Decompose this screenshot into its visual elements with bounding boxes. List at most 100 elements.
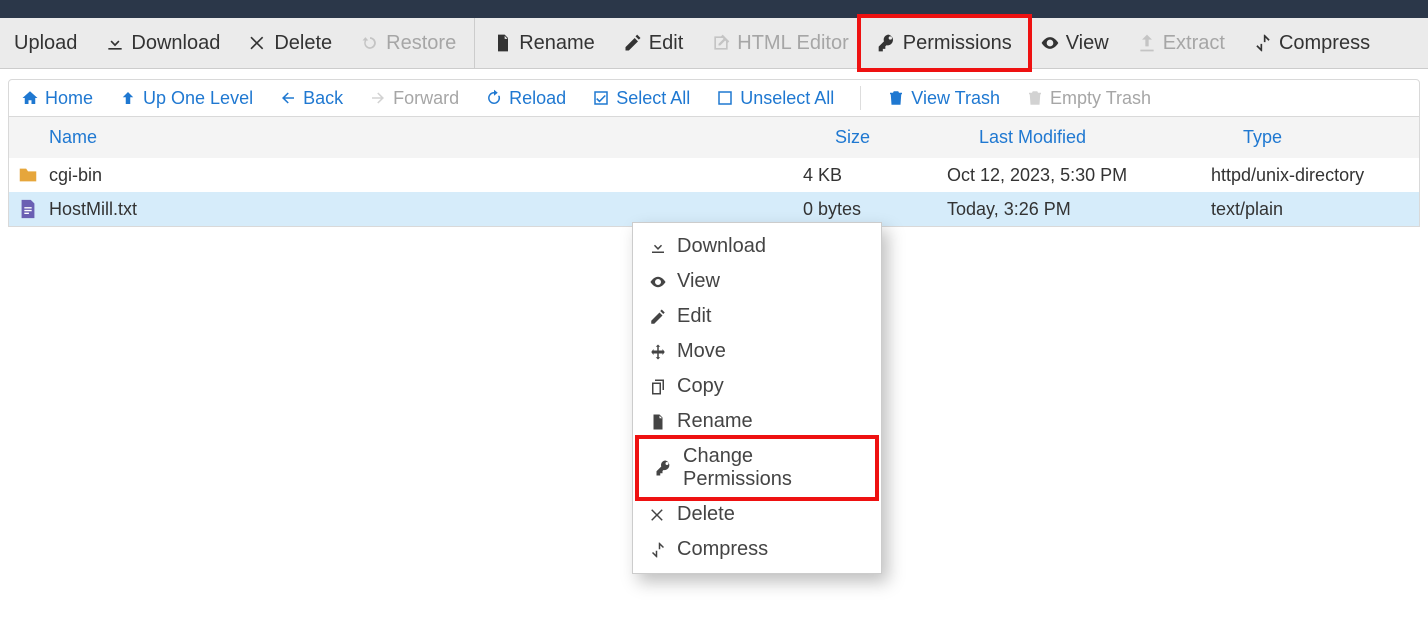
rename-label: Rename	[519, 32, 595, 55]
home-button[interactable]: Home	[21, 88, 93, 109]
extract-label: Extract	[1163, 32, 1225, 55]
ctx-rename[interactable]: Rename	[633, 404, 881, 439]
file-size: 4 KB	[795, 165, 939, 186]
home-label: Home	[45, 88, 93, 109]
file-type: httpd/unix-directory	[1203, 165, 1420, 186]
download-button[interactable]: Download	[91, 18, 234, 68]
pencil-icon	[649, 308, 667, 326]
back-button[interactable]: Back	[279, 88, 343, 109]
move-icon	[649, 343, 667, 361]
file-icon	[649, 413, 667, 431]
edit-button[interactable]: Edit	[609, 18, 697, 68]
unselect-all-label: Unselect All	[740, 88, 834, 109]
arrow-right-icon	[369, 89, 387, 107]
table-row[interactable]: HostMill.txt 0 bytes Today, 3:26 PM text…	[9, 192, 1419, 226]
key-icon	[655, 459, 673, 477]
nav-separator	[860, 86, 861, 110]
times-icon	[248, 33, 268, 53]
empty-trash-button: Empty Trash	[1026, 88, 1151, 109]
forward-button: Forward	[369, 88, 459, 109]
delete-label: Delete	[274, 32, 332, 55]
file-icon	[493, 33, 513, 53]
back-label: Back	[303, 88, 343, 109]
context-menu: Download View Edit Move Copy Rename Chan…	[632, 222, 882, 574]
view-label: View	[1066, 32, 1109, 55]
file-modified: Today, 3:26 PM	[939, 199, 1203, 220]
arrow-up-icon	[119, 89, 137, 107]
file-type: text/plain	[1203, 199, 1420, 220]
compress-button[interactable]: Compress	[1239, 18, 1384, 68]
html-editor-button: HTML Editor	[697, 18, 863, 68]
html-editor-label: HTML Editor	[737, 32, 849, 55]
select-all-button[interactable]: Select All	[592, 88, 690, 109]
permissions-label: Permissions	[903, 32, 1012, 55]
ctx-rename-label: Rename	[677, 410, 753, 433]
eye-icon	[1040, 33, 1060, 53]
square-icon	[716, 89, 734, 107]
select-all-label: Select All	[616, 88, 690, 109]
view-trash-button[interactable]: View Trash	[887, 88, 1000, 109]
compress-icon	[649, 541, 667, 559]
times-icon	[649, 506, 667, 524]
file-name: cgi-bin	[49, 165, 102, 186]
col-size[interactable]: Size	[827, 117, 971, 158]
html-editor-icon	[711, 33, 731, 53]
ctx-copy[interactable]: Copy	[633, 369, 881, 404]
view-trash-label: View Trash	[911, 88, 1000, 109]
ctx-view[interactable]: View	[633, 264, 881, 299]
ctx-compress-label: Compress	[677, 538, 768, 561]
restore-button: Restore	[346, 18, 470, 68]
file-size: 0 bytes	[795, 199, 939, 220]
download-label: Download	[131, 32, 220, 55]
home-icon	[21, 89, 39, 107]
edit-label: Edit	[649, 32, 683, 55]
ctx-delete-label: Delete	[677, 503, 735, 526]
check-square-icon	[592, 89, 610, 107]
ctx-move[interactable]: Move	[633, 334, 881, 369]
reload-button[interactable]: Reload	[485, 88, 566, 109]
col-name[interactable]: Name	[9, 117, 827, 158]
download-icon	[649, 238, 667, 256]
ctx-edit-label: Edit	[677, 305, 711, 328]
permissions-button[interactable]: Permissions	[863, 18, 1026, 68]
arrow-left-icon	[279, 89, 297, 107]
unselect-all-button[interactable]: Unselect All	[716, 88, 834, 109]
toolbar-separator	[474, 18, 475, 68]
download-icon	[105, 33, 125, 53]
pencil-icon	[623, 33, 643, 53]
reload-label: Reload	[509, 88, 566, 109]
main-toolbar: Upload Download Delete Restore Rename Ed…	[0, 18, 1428, 69]
ctx-delete[interactable]: Delete	[633, 497, 881, 532]
ctx-download[interactable]: Download	[633, 229, 881, 264]
ctx-change-permissions-label: Change Permissions	[683, 445, 859, 491]
file-name: HostMill.txt	[49, 199, 137, 220]
ctx-view-label: View	[677, 270, 720, 293]
view-button[interactable]: View	[1026, 18, 1123, 68]
folder-icon	[17, 164, 39, 186]
eye-icon	[649, 273, 667, 291]
rename-button[interactable]: Rename	[479, 18, 609, 68]
file-modified: Oct 12, 2023, 5:30 PM	[939, 165, 1203, 186]
col-modified[interactable]: Last Modified	[971, 117, 1235, 158]
ctx-compress[interactable]: Compress	[633, 532, 881, 567]
ctx-copy-label: Copy	[677, 375, 724, 398]
delete-button[interactable]: Delete	[234, 18, 346, 68]
table-row[interactable]: cgi-bin 4 KB Oct 12, 2023, 5:30 PM httpd…	[9, 158, 1419, 192]
ctx-change-permissions[interactable]: Change Permissions	[635, 435, 879, 501]
up-label: Up One Level	[143, 88, 253, 109]
ctx-edit[interactable]: Edit	[633, 299, 881, 334]
up-one-level-button[interactable]: Up One Level	[119, 88, 253, 109]
col-type[interactable]: Type	[1235, 117, 1420, 158]
forward-label: Forward	[393, 88, 459, 109]
compress-label: Compress	[1279, 32, 1370, 55]
restore-label: Restore	[386, 32, 456, 55]
copy-icon	[649, 378, 667, 396]
ctx-download-label: Download	[677, 235, 766, 258]
file-panel: Home Up One Level Back Forward Reload Se…	[8, 79, 1420, 227]
table-header: Name Size Last Modified Type Permis	[9, 116, 1419, 158]
empty-trash-label: Empty Trash	[1050, 88, 1151, 109]
nav-bar: Home Up One Level Back Forward Reload Se…	[9, 80, 1419, 116]
ctx-move-label: Move	[677, 340, 726, 363]
upload-button[interactable]: Upload	[0, 18, 91, 68]
table-body: cgi-bin 4 KB Oct 12, 2023, 5:30 PM httpd…	[9, 158, 1419, 226]
